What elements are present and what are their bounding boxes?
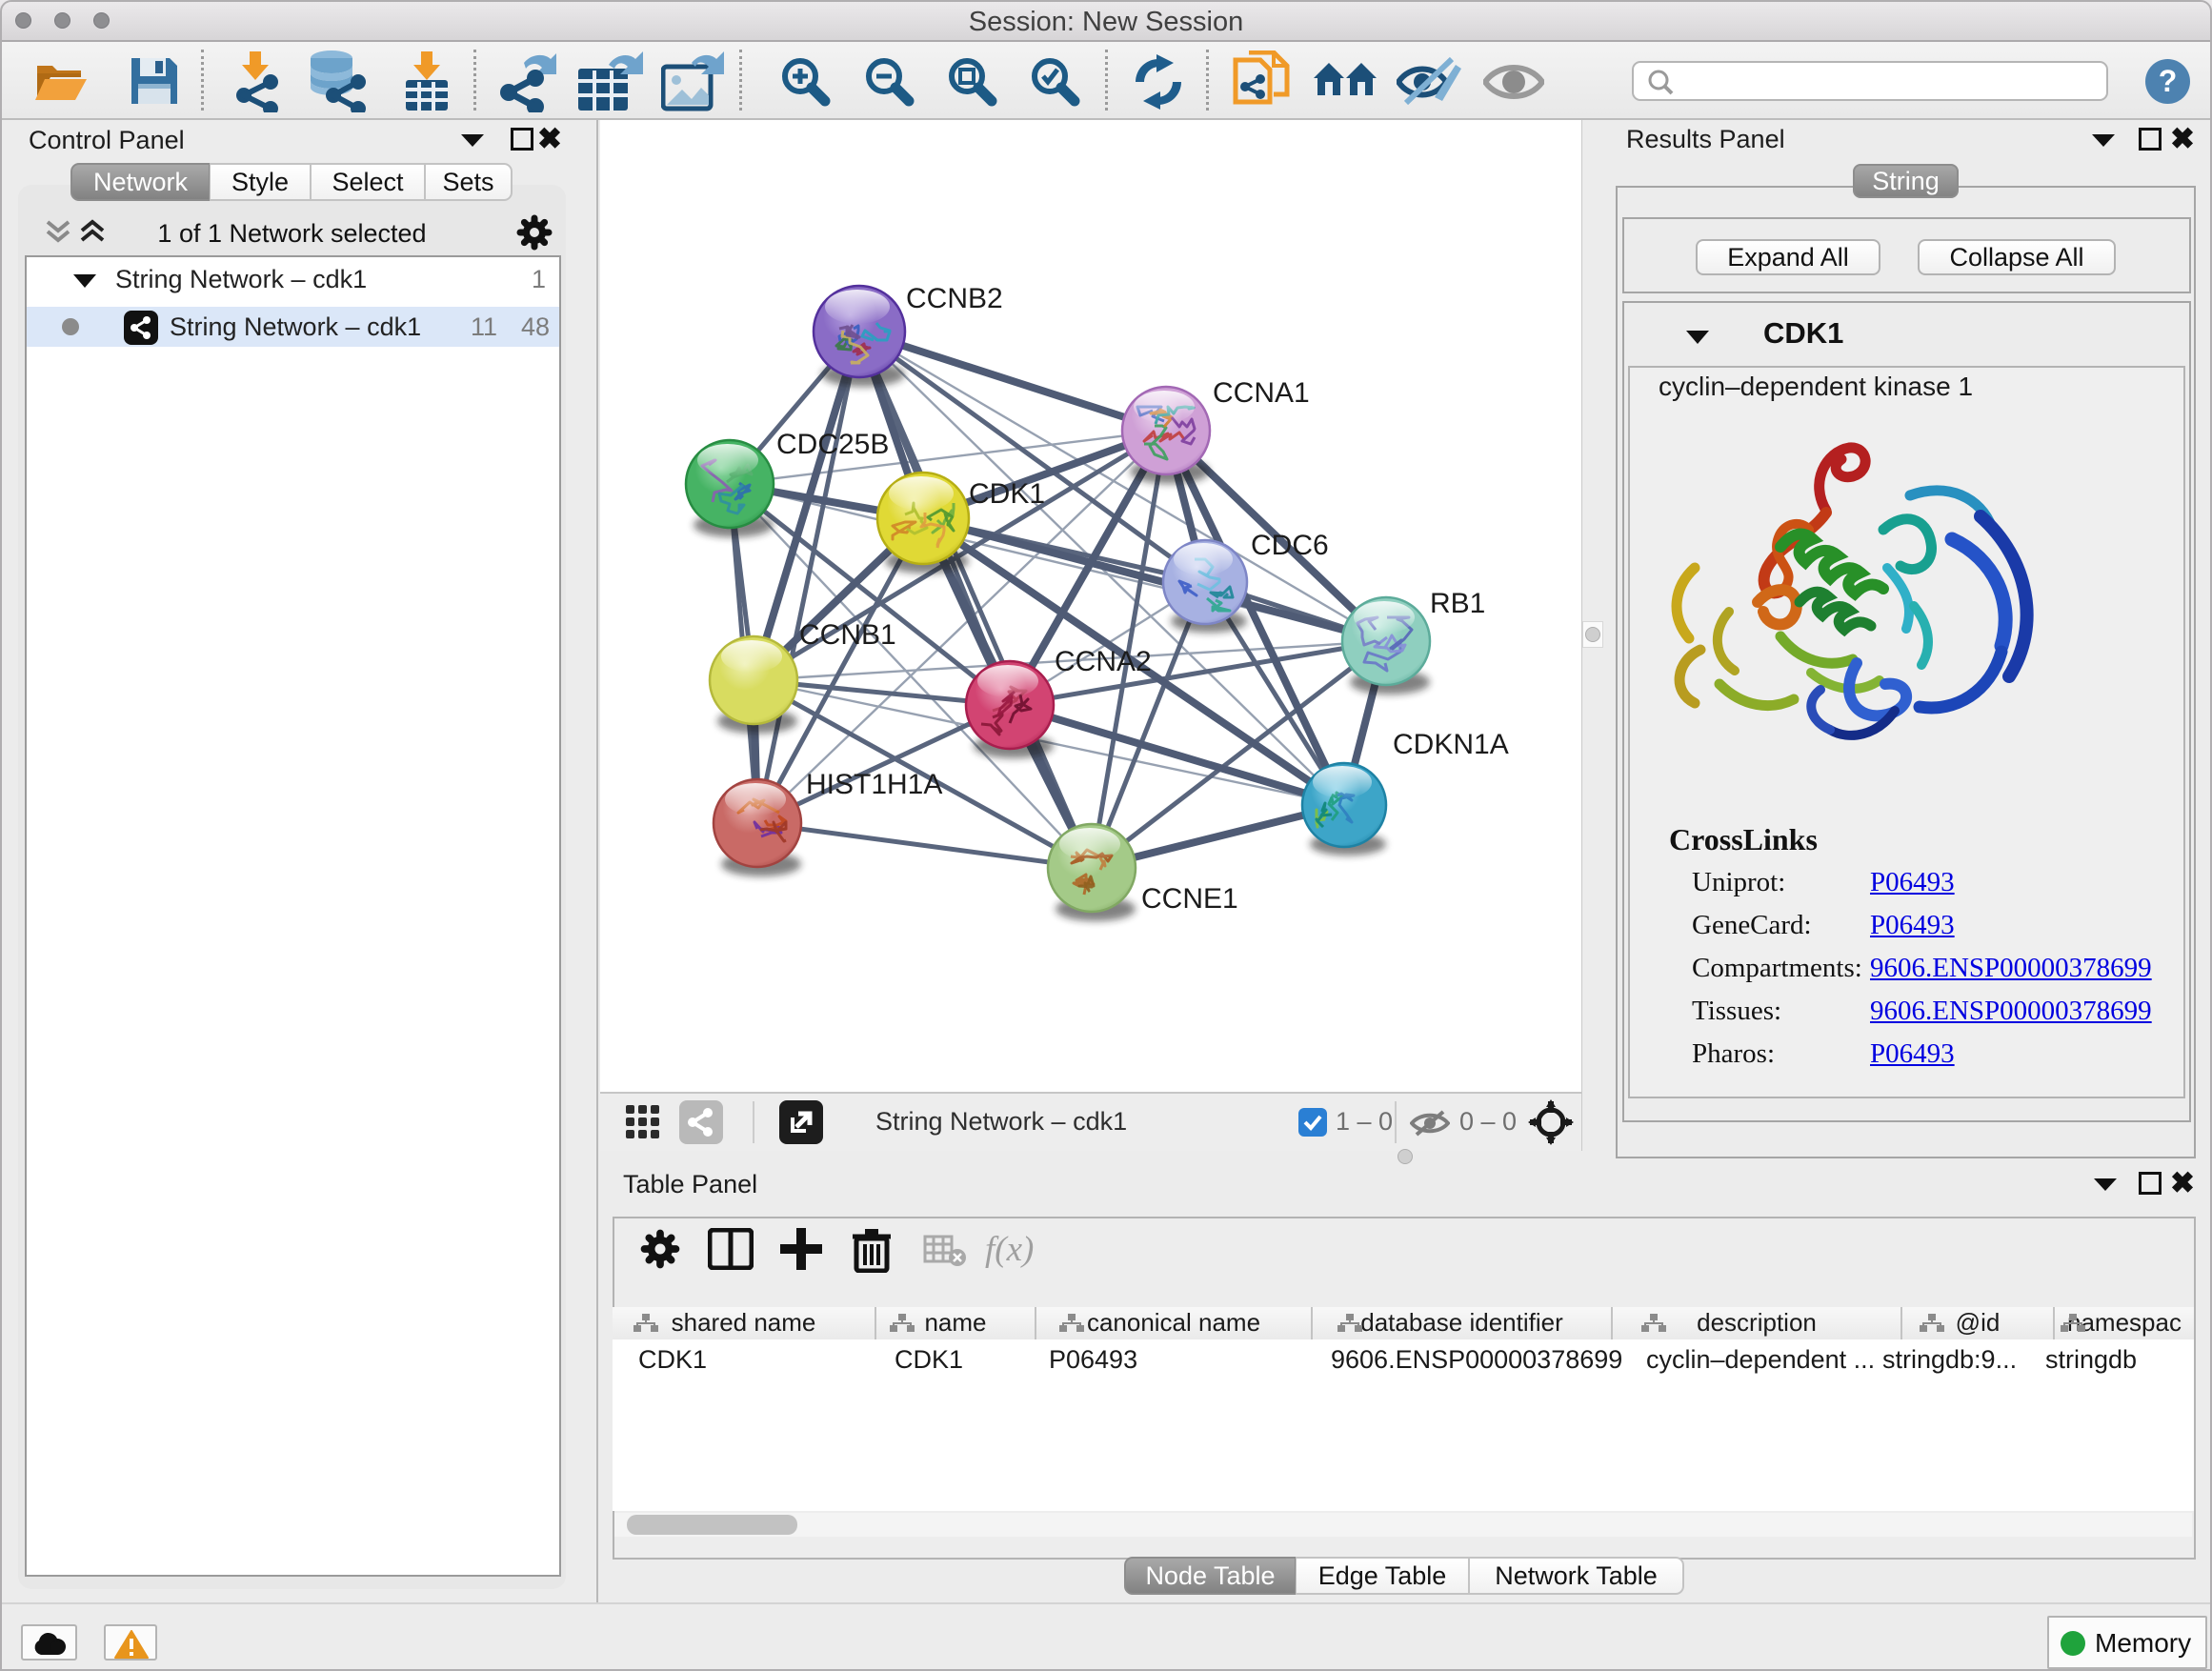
svg-text:CDC6: CDC6 (1251, 530, 1329, 561)
svg-text:RB1: RB1 (1430, 588, 1485, 619)
svg-text:CCNB2: CCNB2 (906, 283, 1003, 314)
svg-text:CCNE1: CCNE1 (1141, 883, 1238, 915)
svg-text:CCNA2: CCNA2 (1055, 646, 1152, 677)
svg-text:CDKN1A: CDKN1A (1393, 729, 1509, 760)
svg-text:CCNB1: CCNB1 (799, 619, 896, 651)
svg-text:CCNA1: CCNA1 (1213, 377, 1310, 409)
svg-text:CDK1: CDK1 (969, 478, 1045, 510)
svg-text:HIST1H1A: HIST1H1A (806, 769, 942, 800)
svg-text:CDC25B: CDC25B (776, 429, 889, 460)
